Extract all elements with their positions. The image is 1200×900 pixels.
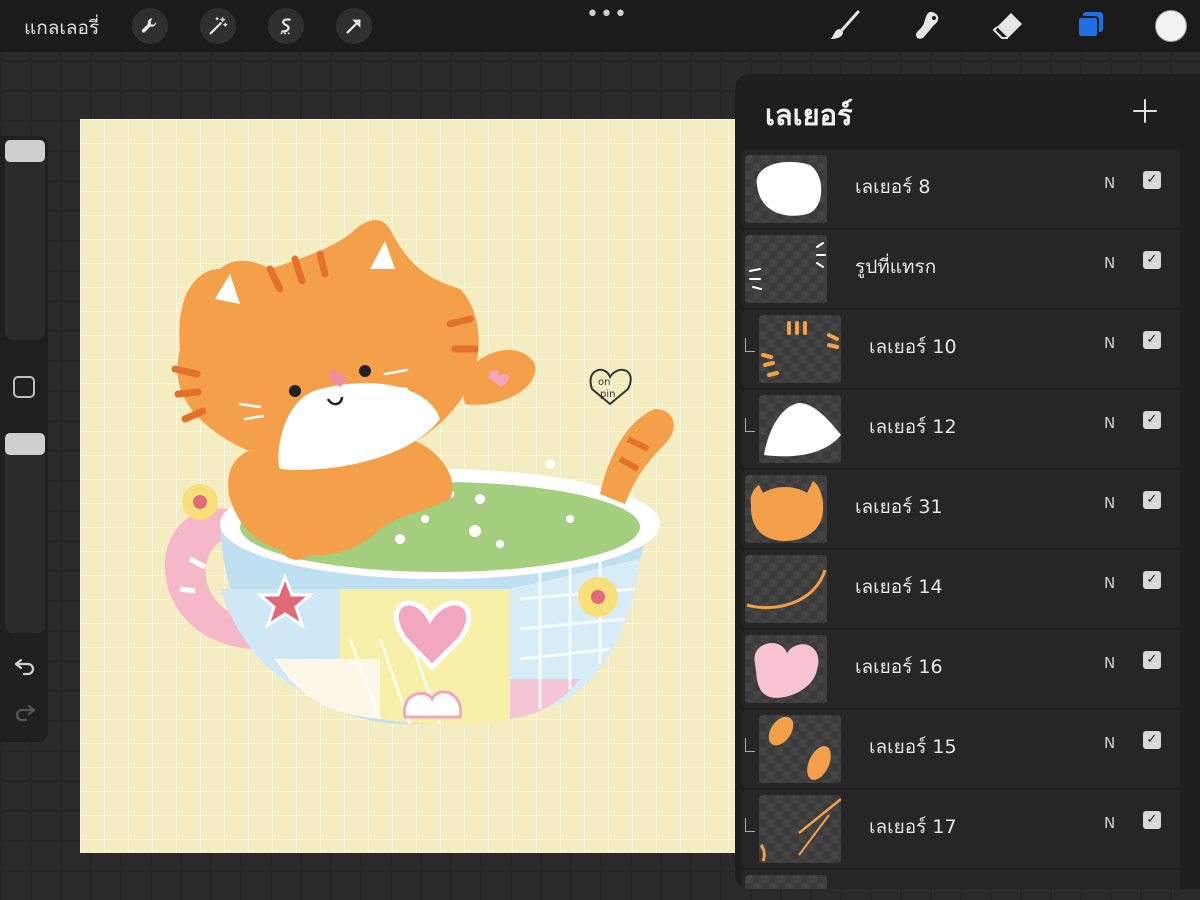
- drawing-canvas[interactable]: on pin: [80, 119, 740, 853]
- undo-icon[interactable]: [12, 652, 38, 678]
- redo-icon[interactable]: [12, 698, 38, 724]
- visibility-checkbox[interactable]: ✓: [1143, 491, 1161, 509]
- opacity-thumb[interactable]: [5, 433, 45, 455]
- wrench-icon[interactable]: [132, 8, 168, 44]
- visibility-checkbox[interactable]: ✓: [1143, 411, 1161, 429]
- clipping-mask-icon: [745, 338, 755, 352]
- transform-arrow-icon[interactable]: [336, 8, 372, 44]
- clipping-mask-icon: [745, 738, 755, 752]
- layer-thumbnail: [745, 555, 827, 623]
- blend-mode-label[interactable]: N: [1104, 414, 1115, 432]
- blend-mode-label[interactable]: N: [1104, 574, 1115, 592]
- layer-thumbnail: [759, 315, 841, 383]
- visibility-checkbox[interactable]: ✓: [1143, 331, 1161, 349]
- layer-row[interactable]: เลเยอร์ 16 N ✓: [742, 630, 1180, 708]
- layer-name: เลเยอร์ 14: [855, 576, 943, 598]
- smudge-icon[interactable]: [909, 8, 945, 44]
- more-options-icon[interactable]: •••: [586, 2, 628, 27]
- blend-mode-label[interactable]: N: [1104, 734, 1115, 752]
- layer-thumbnail: [759, 795, 841, 863]
- blend-mode-label[interactable]: N: [1104, 494, 1115, 512]
- opacity-slider[interactable]: [5, 433, 45, 633]
- eraser-icon[interactable]: [990, 8, 1026, 44]
- blend-mode-label[interactable]: N: [1104, 174, 1115, 192]
- brush-icon[interactable]: [827, 8, 863, 44]
- clipping-mask-icon: [745, 418, 755, 432]
- layers-panel: เลเยอร์ เลเยอร์ 8 N ✓ รูปที่แทรก N ✓ เลเ…: [735, 74, 1200, 889]
- color-picker-swatch[interactable]: [1155, 10, 1187, 42]
- blend-mode-label[interactable]: N: [1104, 334, 1115, 352]
- layers-icon[interactable]: [1072, 8, 1108, 44]
- layer-row[interactable]: เลเยอร์ 31 N ✓: [742, 470, 1180, 548]
- brush-size-thumb[interactable]: [5, 140, 45, 162]
- visibility-checkbox[interactable]: ✓: [1143, 251, 1161, 269]
- left-sidebar: [0, 136, 48, 742]
- layer-row[interactable]: เลเยอร์ 8 N ✓: [742, 150, 1180, 228]
- svg-text:pin: pin: [600, 389, 615, 400]
- layer-row[interactable]: เลเยอร์ 10 N ✓: [742, 310, 1180, 388]
- layers-panel-title: เลเยอร์: [765, 98, 853, 132]
- layer-thumbnail: [759, 395, 841, 463]
- cat-in-teacup-artwork: on pin: [164, 219, 674, 725]
- layer-thumbnail: [745, 635, 827, 703]
- layer-thumbnail: [759, 715, 841, 783]
- layer-name: เลเยอร์ 17: [869, 816, 957, 838]
- layer-name: รูปที่แทรก: [855, 256, 937, 278]
- brush-size-slider[interactable]: [5, 140, 45, 340]
- top-toolbar: แกลเลอรี่ •••: [0, 0, 1200, 52]
- layer-name: เลเยอร์ 16: [855, 656, 943, 678]
- visibility-checkbox[interactable]: ✓: [1143, 651, 1161, 669]
- layer-row-partial[interactable]: [742, 870, 1180, 889]
- artist-signature: on pin: [589, 368, 632, 406]
- blend-mode-label[interactable]: N: [1104, 254, 1115, 272]
- layer-thumbnail: [745, 875, 827, 889]
- gallery-button[interactable]: แกลเลอรี่: [24, 13, 99, 43]
- layer-row[interactable]: รูปที่แทรก N ✓: [742, 230, 1180, 308]
- magic-wand-icon[interactable]: [200, 8, 236, 44]
- layer-thumbnail: [745, 475, 827, 543]
- layer-name: เลเยอร์ 15: [869, 736, 957, 758]
- plus-icon[interactable]: [1130, 96, 1160, 126]
- visibility-checkbox[interactable]: ✓: [1143, 571, 1161, 589]
- layer-name: เลเยอร์ 12: [869, 416, 957, 438]
- clipping-mask-icon: [745, 818, 755, 832]
- layer-row[interactable]: เลเยอร์ 15 N ✓: [742, 710, 1180, 788]
- blend-mode-label[interactable]: N: [1104, 654, 1115, 672]
- svg-text:on: on: [598, 377, 610, 388]
- layer-row[interactable]: เลเยอร์ 14 N ✓: [742, 550, 1180, 628]
- visibility-checkbox[interactable]: ✓: [1143, 811, 1161, 829]
- layer-name: เลเยอร์ 10: [869, 336, 957, 358]
- layer-thumbnail: [745, 235, 827, 303]
- square-icon[interactable]: [13, 376, 35, 398]
- layer-name: เลเยอร์ 8: [855, 176, 931, 198]
- blend-mode-label[interactable]: N: [1104, 814, 1115, 832]
- visibility-checkbox[interactable]: ✓: [1143, 731, 1161, 749]
- selection-icon[interactable]: [268, 8, 304, 44]
- layer-thumbnail: [745, 155, 827, 223]
- layer-name: เลเยอร์ 31: [855, 496, 943, 518]
- visibility-checkbox[interactable]: ✓: [1143, 171, 1161, 189]
- layer-row[interactable]: เลเยอร์ 17 N ✓: [742, 790, 1180, 868]
- layer-row[interactable]: เลเยอร์ 12 N ✓: [742, 390, 1180, 468]
